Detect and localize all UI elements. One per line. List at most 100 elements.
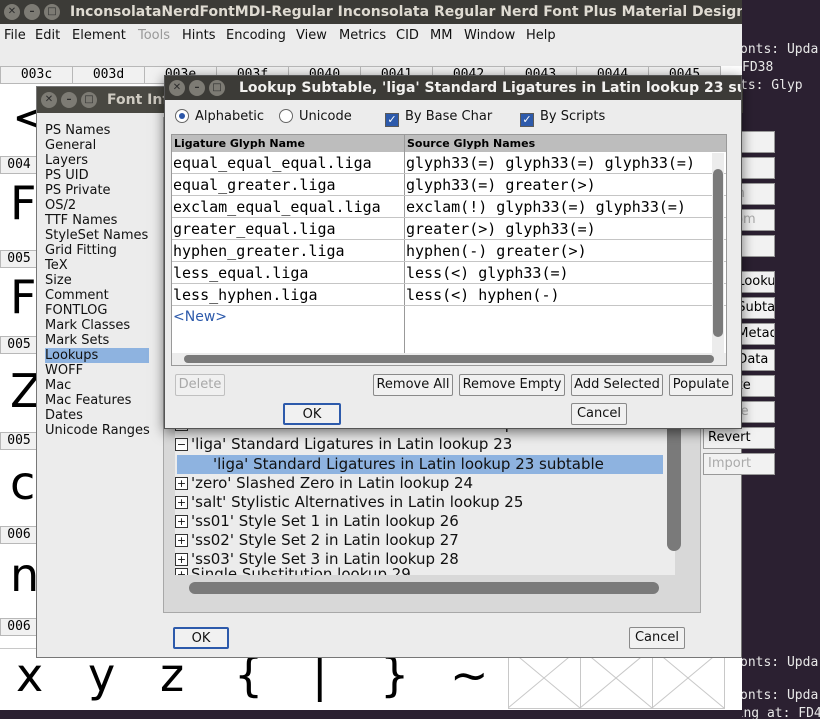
ligature-name-cell[interactable]: equal_equal_equal.liga — [173, 152, 372, 173]
column-header-source[interactable]: Source Glyph Names — [407, 137, 535, 150]
menu-mm[interactable]: MM — [430, 28, 452, 43]
source-glyphs-cell[interactable]: less(<) glyph33(=) — [406, 262, 569, 283]
section-item[interactable]: General — [45, 138, 96, 153]
checkbox-by-scripts[interactable]: ✓ By Scripts — [520, 109, 605, 127]
menu-view[interactable]: View — [296, 28, 327, 43]
add-selected-button[interactable]: Add Selected — [571, 374, 663, 396]
menu-metrics[interactable]: Metrics — [339, 28, 386, 43]
collapse-icon[interactable]: − — [175, 438, 188, 451]
menu-cid[interactable]: CID — [396, 28, 419, 43]
section-item[interactable]: Unicode Ranges — [45, 423, 150, 438]
tree-item[interactable]: + Single Substitution lookup 29 — [175, 565, 411, 575]
close-icon[interactable]: ✕ — [41, 92, 57, 108]
ligature-table[interactable]: Ligature Glyph Name Source Glyph Names e… — [171, 134, 727, 366]
expand-icon[interactable]: + — [175, 568, 188, 575]
section-item[interactable]: Comment — [45, 288, 109, 303]
section-item[interactable]: Dates — [45, 408, 83, 423]
source-glyphs-cell[interactable]: glyph33(=) glyph33(=) glyph33(=) — [406, 152, 695, 173]
tree-item[interactable]: +'zero' Slashed Zero in Latin lookup 24 — [175, 474, 473, 493]
dialog-ok-button[interactable]: OK — [283, 403, 341, 425]
section-item[interactable]: Size — [45, 273, 72, 288]
glyph-cell[interactable]: F — [10, 176, 36, 230]
table-row[interactable]: exclam_equal_equal.liga exclam(!) glyph33… — [172, 196, 726, 218]
ligature-name-cell[interactable]: hyphen_greater.liga — [173, 240, 345, 261]
expand-icon[interactable]: + — [175, 496, 188, 509]
glyph-cell[interactable]: n — [10, 548, 39, 602]
expand-icon[interactable]: + — [175, 515, 188, 528]
menu-help[interactable]: Help — [526, 28, 556, 43]
section-item[interactable]: Mark Sets — [45, 333, 109, 348]
table-row[interactable]: hyphen_greater.liga hyphen(-) greater(>) — [172, 240, 726, 262]
source-glyphs-cell[interactable]: glyph33(=) greater(>) — [406, 174, 596, 195]
font-info-ok-button[interactable]: OK — [173, 627, 229, 649]
menu-element[interactable]: Element — [72, 28, 126, 43]
tree-item[interactable]: +'ss02' Style Set 2 in Latin lookup 27 — [175, 531, 459, 550]
source-glyphs-cell[interactable]: hyphen(-) greater(>) — [406, 240, 587, 261]
section-item[interactable]: Mark Classes — [45, 318, 130, 333]
tree-item-selected[interactable]: 'liga' Standard Ligatures in Latin looku… — [177, 455, 663, 474]
populate-button[interactable]: Populate — [669, 374, 733, 396]
table-hscrollbar[interactable] — [172, 353, 726, 365]
table-row[interactable]: less_hyphen.liga less(<) hyphen(-) — [172, 284, 726, 306]
section-item[interactable]: PS Private — [45, 183, 111, 198]
minimize-icon[interactable]: – — [24, 4, 40, 20]
source-glyphs-cell[interactable]: greater(>) glyph33(=) — [406, 218, 596, 239]
delete-button[interactable]: Delete — [175, 374, 225, 396]
section-item[interactable]: PS Names — [45, 123, 110, 138]
tree-item[interactable]: +'salt' Stylistic Alternatives in Latin … — [175, 493, 523, 512]
side-button[interactable]: Revert — [703, 427, 775, 449]
source-glyphs-cell[interactable]: exclam(!) glyph33(=) glyph33(=) — [406, 196, 686, 217]
glyph-cell[interactable]: F — [10, 270, 36, 324]
menu-file[interactable]: File — [4, 28, 26, 43]
table-row[interactable]: equal_greater.liga glyph33(=) greater(>) — [172, 174, 726, 196]
close-icon[interactable]: ✕ — [169, 80, 185, 96]
expand-icon[interactable]: + — [175, 477, 188, 490]
close-icon[interactable]: ✕ — [4, 4, 20, 20]
maximize-icon[interactable]: □ — [81, 92, 97, 108]
maximize-icon[interactable]: □ — [209, 80, 225, 96]
side-button[interactable]: Import — [703, 453, 775, 475]
scrollbar-thumb[interactable] — [189, 582, 659, 594]
dialog-cancel-button[interactable]: Cancel — [571, 403, 627, 425]
section-item[interactable]: Grid Fitting — [45, 243, 117, 258]
scrollbar-thumb[interactable] — [713, 169, 723, 337]
section-item[interactable]: OS/2 — [45, 198, 76, 213]
ligature-name-cell[interactable]: greater_equal.liga — [173, 218, 336, 239]
ligature-name-cell[interactable]: equal_greater.liga — [173, 174, 336, 195]
menu-hints[interactable]: Hints — [182, 28, 216, 43]
new-row[interactable]: <New> — [172, 306, 726, 328]
section-item[interactable]: PS UID — [45, 168, 89, 183]
section-item[interactable]: FONTLOG — [45, 303, 107, 318]
section-item[interactable]: Mac — [45, 378, 71, 393]
column-header-ligature[interactable]: Ligature Glyph Name — [174, 137, 305, 150]
ligature-name-cell[interactable]: less_equal.liga — [173, 262, 308, 283]
ligature-name-cell[interactable]: less_hyphen.liga — [173, 284, 318, 305]
remove-empty-button[interactable]: Remove Empty — [459, 374, 565, 396]
table-row[interactable]: less_equal.liga less(<) glyph33(=) — [172, 262, 726, 284]
menu-edit[interactable]: Edit — [35, 28, 60, 43]
section-item[interactable]: Lookups — [45, 348, 149, 363]
expand-icon[interactable]: + — [175, 534, 188, 547]
radio-alphabetic[interactable]: Alphabetic — [175, 109, 264, 125]
tree-item[interactable]: −'liga' Standard Ligatures in Latin look… — [175, 435, 512, 454]
lookup-tree[interactable]: +'case' Case-Sensitive Forms in Latin lo… — [175, 415, 675, 575]
minimize-icon[interactable]: – — [189, 80, 205, 96]
table-row[interactable]: greater_equal.liga greater(>) glyph33(=) — [172, 218, 726, 240]
section-item[interactable]: TeX — [45, 258, 68, 273]
menu-encoding[interactable]: Encoding — [226, 28, 286, 43]
scrollbar-thumb[interactable] — [184, 355, 714, 363]
menu-window[interactable]: Window — [464, 28, 515, 43]
tree-vscrollbar-thumb[interactable] — [667, 417, 681, 551]
new-entry-label[interactable]: <New> — [173, 306, 227, 328]
section-item[interactable]: WOFF — [45, 363, 83, 378]
remove-all-button[interactable]: Remove All — [373, 374, 453, 396]
section-item[interactable]: Layers — [45, 153, 88, 168]
table-row[interactable]: equal_equal_equal.liga glyph33(=) glyph33… — [172, 152, 726, 174]
font-info-cancel-button[interactable]: Cancel — [629, 627, 685, 649]
minimize-icon[interactable]: – — [61, 92, 77, 108]
maximize-icon[interactable]: □ — [44, 4, 60, 20]
source-glyphs-cell[interactable]: less(<) hyphen(-) — [406, 284, 560, 305]
ligature-name-cell[interactable]: exclam_equal_equal.liga — [173, 196, 381, 217]
glyph-cell[interactable]: c — [10, 456, 35, 510]
section-item[interactable]: StyleSet Names — [45, 228, 148, 243]
